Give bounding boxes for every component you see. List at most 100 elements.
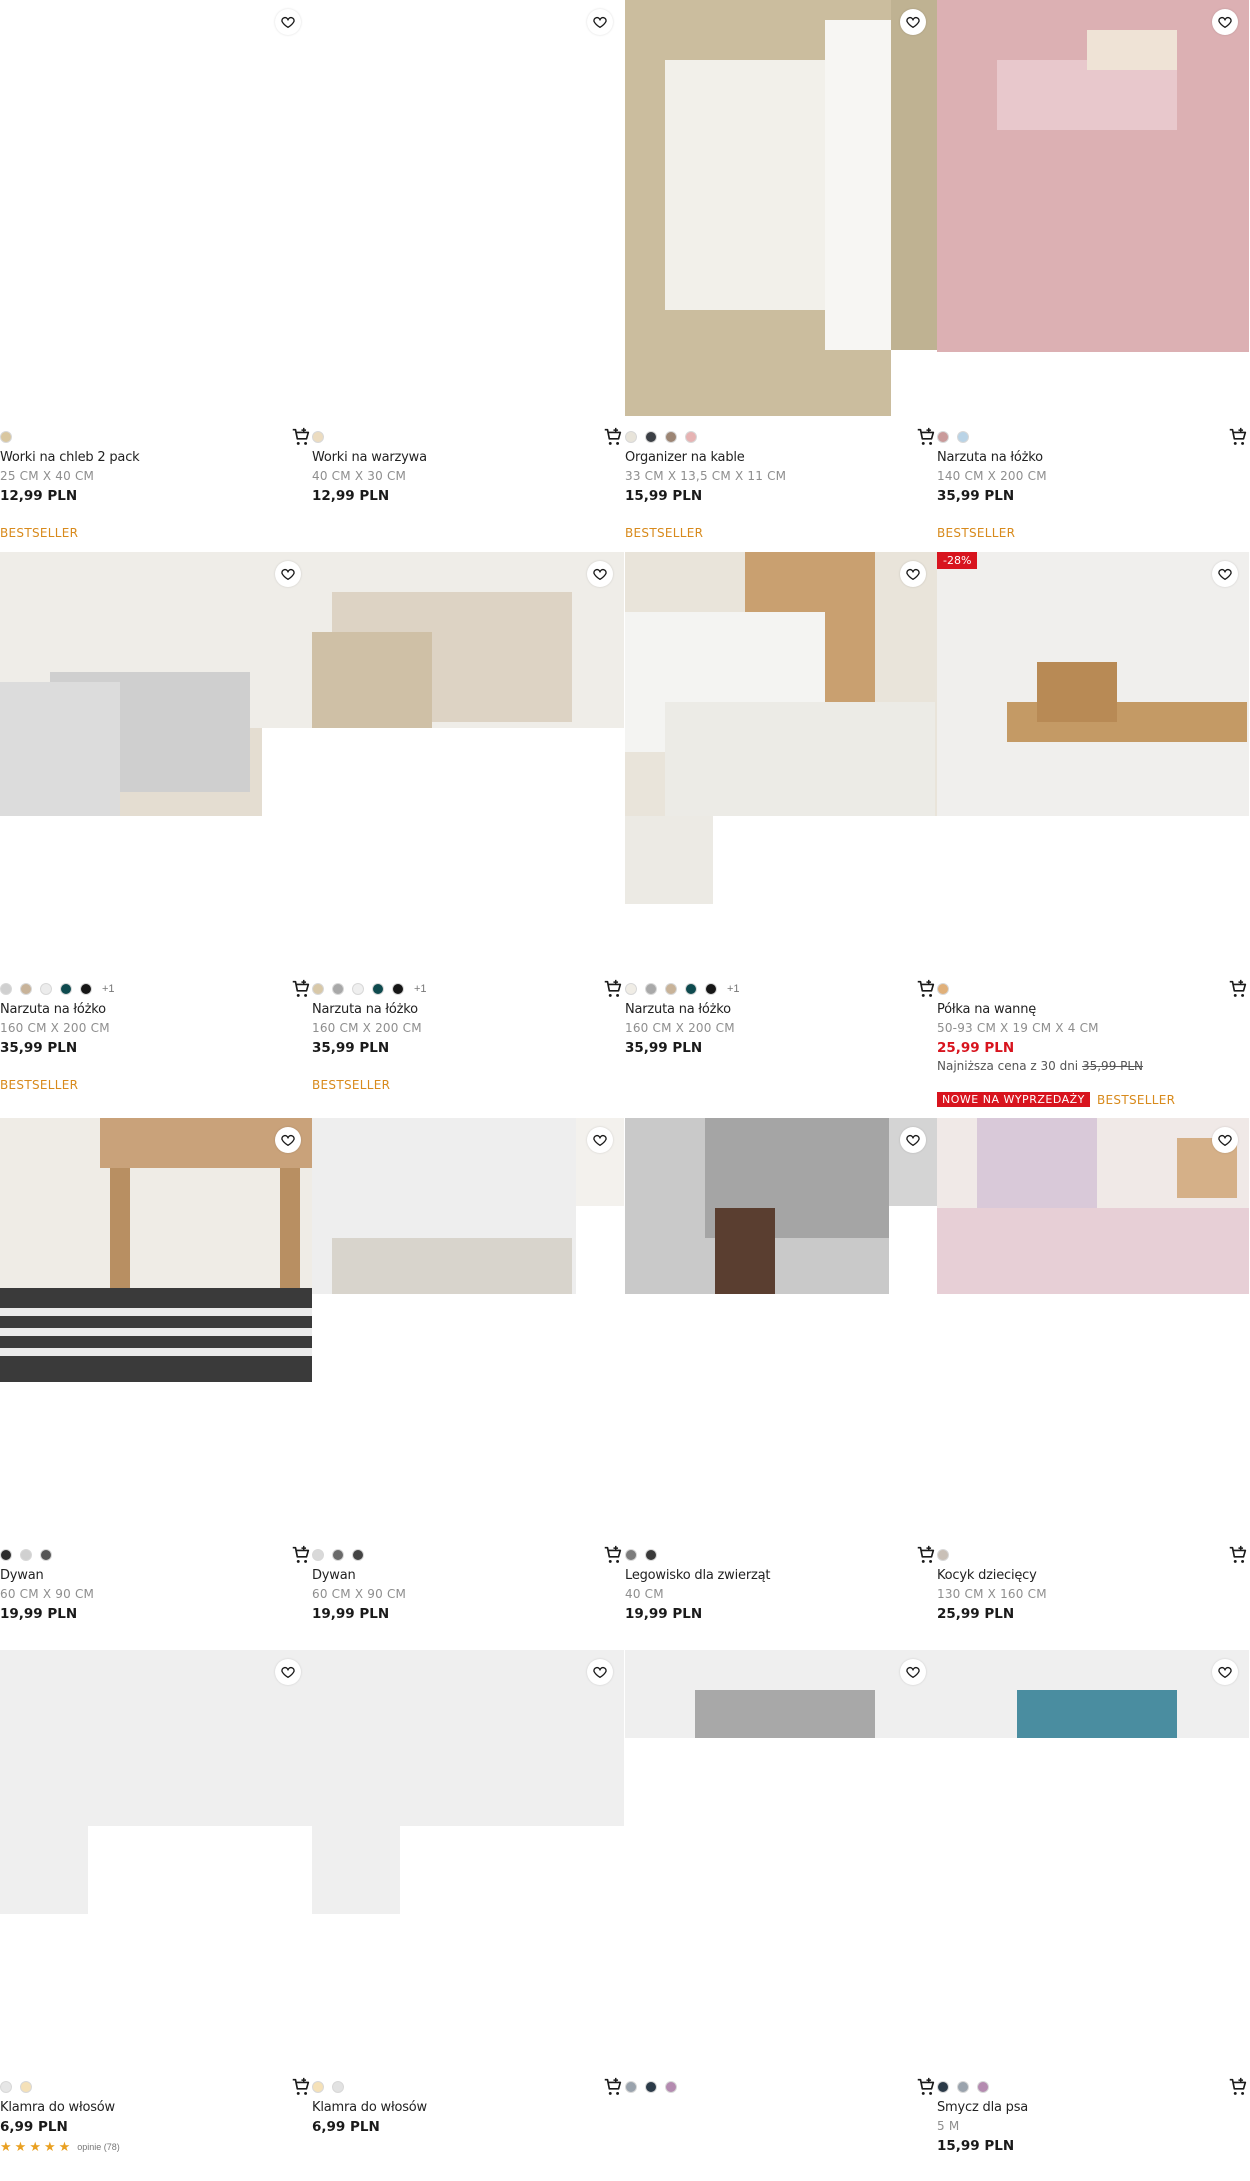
product-name[interactable]: Smycz dla psa (937, 2100, 1028, 2115)
add-to-cart-icon[interactable] (1227, 426, 1249, 448)
color-swatch[interactable] (80, 983, 92, 995)
product-name[interactable]: Klamra do włosów (0, 2100, 115, 2115)
color-swatch[interactable] (392, 983, 404, 995)
product-image[interactable] (937, 1118, 1249, 1538)
add-to-cart-icon[interactable] (290, 978, 312, 1000)
product-image[interactable] (312, 552, 624, 972)
product-image[interactable] (312, 1650, 624, 2070)
add-to-cart-icon[interactable] (1227, 978, 1249, 1000)
color-swatch[interactable] (20, 983, 32, 995)
add-to-cart-icon[interactable] (602, 426, 624, 448)
product-card[interactable]: Kocyk dziecięcy 130 CM X 160 CM 25,99 PLN (937, 1118, 1249, 1678)
color-swatch[interactable] (312, 983, 324, 995)
add-to-cart-icon[interactable] (290, 1544, 312, 1566)
color-swatch[interactable] (0, 1549, 12, 1561)
color-swatch[interactable] (937, 431, 949, 443)
color-swatch[interactable] (332, 983, 344, 995)
heart-icon[interactable] (587, 1127, 613, 1153)
product-name[interactable]: Klamra do włosów (312, 2100, 427, 2115)
product-card[interactable]: Organizer na kable 33 CM X 13,5 CM X 11 C… (625, 0, 937, 560)
product-image[interactable] (937, 1650, 1249, 2070)
heart-icon[interactable] (587, 9, 613, 35)
product-name[interactable]: Narzuta na łóżko (625, 1002, 731, 1017)
product-image[interactable] (0, 1118, 312, 1538)
heart-icon[interactable] (587, 561, 613, 587)
product-image[interactable] (937, 552, 1249, 972)
product-name[interactable]: Narzuta na łóżko (937, 450, 1043, 465)
color-swatch[interactable] (625, 431, 637, 443)
product-image[interactable] (625, 552, 937, 972)
product-name[interactable]: Legowisko dla zwierząt (625, 1568, 770, 1583)
add-to-cart-icon[interactable] (602, 978, 624, 1000)
heart-icon[interactable] (1212, 1659, 1238, 1685)
product-card[interactable]: Klamra do włosów 6,99 PLN (312, 1650, 624, 2181)
product-image[interactable] (0, 0, 312, 420)
color-swatch[interactable] (20, 1549, 32, 1561)
color-swatch[interactable] (685, 431, 697, 443)
more-colors-count[interactable]: +1 (727, 983, 740, 995)
product-name[interactable]: Narzuta na łóżko (312, 1002, 418, 1017)
more-colors-count[interactable]: +1 (414, 983, 427, 995)
heart-icon[interactable] (1212, 9, 1238, 35)
product-card[interactable]: +1 Narzuta na łóżko 160 CM X 200 CM 35,99 P… (312, 552, 624, 1112)
color-swatch[interactable] (957, 431, 969, 443)
product-image[interactable] (312, 1118, 624, 1538)
heart-icon[interactable] (900, 1659, 926, 1685)
color-swatch[interactable] (645, 431, 657, 443)
color-swatch[interactable] (937, 983, 949, 995)
product-card[interactable]: +1 Narzuta na łóżko 160 CM X 200 CM 35,99 P… (0, 552, 312, 1112)
color-swatch[interactable] (372, 983, 384, 995)
color-swatch[interactable] (40, 983, 52, 995)
color-swatch[interactable] (312, 1549, 324, 1561)
product-image[interactable] (312, 0, 624, 420)
color-swatch[interactable] (0, 983, 12, 995)
product-card[interactable]: Worki na chleb 2 pack 25 CM X 40 CM 12,99 … (0, 0, 312, 560)
add-to-cart-icon[interactable] (915, 426, 937, 448)
color-swatch[interactable] (957, 2081, 969, 2093)
add-to-cart-icon[interactable] (1227, 2076, 1249, 2098)
heart-icon[interactable] (1212, 561, 1238, 587)
add-to-cart-icon[interactable] (915, 978, 937, 1000)
product-name[interactable]: Worki na warzywa (312, 450, 427, 465)
product-name[interactable]: Kocyk dziecięcy (937, 1568, 1037, 1583)
add-to-cart-icon[interactable] (290, 2076, 312, 2098)
product-image[interactable] (625, 1118, 937, 1538)
color-swatch[interactable] (40, 1549, 52, 1561)
color-swatch[interactable] (937, 2081, 949, 2093)
add-to-cart-icon[interactable] (290, 426, 312, 448)
color-swatch[interactable] (332, 1549, 344, 1561)
heart-icon[interactable] (900, 561, 926, 587)
heart-icon[interactable] (275, 1127, 301, 1153)
product-card[interactable]: +1 Narzuta na łóżko 160 CM X 200 CM 35,99 P… (625, 552, 937, 1112)
add-to-cart-icon[interactable] (915, 2076, 937, 2098)
product-card[interactable]: Worki na warzywa 40 CM X 30 CM 12,99 PLN (312, 0, 624, 560)
color-swatch[interactable] (625, 983, 637, 995)
product-name[interactable]: Dywan (312, 1568, 356, 1583)
color-swatch[interactable] (352, 983, 364, 995)
product-image[interactable] (625, 0, 937, 420)
color-swatch[interactable] (645, 2081, 657, 2093)
color-swatch[interactable] (332, 2081, 344, 2093)
color-swatch[interactable] (60, 983, 72, 995)
add-to-cart-icon[interactable] (602, 1544, 624, 1566)
heart-icon[interactable] (275, 1659, 301, 1685)
add-to-cart-icon[interactable] (1227, 1544, 1249, 1566)
product-card[interactable]: Legowisko dla zwierząt 40 CM 19,99 PLN (625, 1118, 937, 1678)
heart-icon[interactable] (587, 1659, 613, 1685)
color-swatch[interactable] (937, 1549, 949, 1561)
product-image[interactable] (625, 1650, 937, 2070)
color-swatch[interactable] (0, 2081, 12, 2093)
product-card[interactable]: Klamra do włosów 6,99 PLN ★ ★ ★ ★ ★ opinie (78) (0, 1650, 312, 2181)
color-swatch[interactable] (312, 431, 324, 443)
product-card[interactable]: Narzuta na łóżko 140 CM X 200 CM 35,99 PLN… (937, 0, 1249, 560)
rating-stars[interactable]: ★ ★ ★ ★ ★ opinie (78) (0, 2139, 120, 2155)
color-swatch[interactable] (625, 1549, 637, 1561)
heart-icon[interactable] (275, 561, 301, 587)
heart-icon[interactable] (1212, 1127, 1238, 1153)
product-name[interactable]: Narzuta na łóżko (0, 1002, 106, 1017)
product-name[interactable]: Organizer na kable (625, 450, 745, 465)
product-card[interactable]: Dywan 60 CM X 90 CM 19,99 PLN (312, 1118, 624, 1678)
product-image[interactable] (937, 0, 1249, 420)
color-swatch[interactable] (0, 431, 12, 443)
product-card[interactable] (625, 1650, 937, 2181)
